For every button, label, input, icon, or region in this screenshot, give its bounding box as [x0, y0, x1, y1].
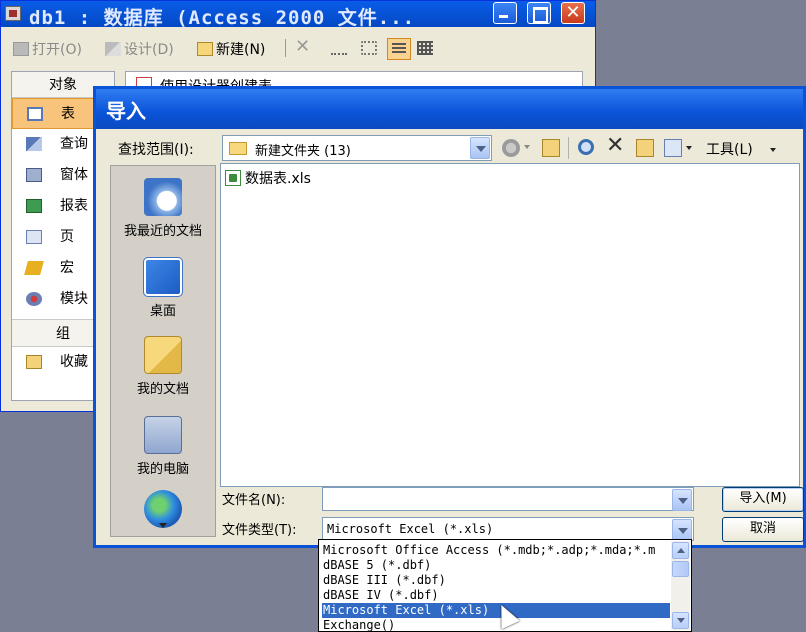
scroll-thumb[interactable] [672, 561, 689, 577]
macro-icon [24, 261, 44, 275]
tools-dropdown-icon[interactable] [770, 148, 776, 152]
my-computer-icon [144, 416, 182, 454]
file-type-option[interactable]: dBASE IV (*.dbf) [322, 588, 670, 603]
excel-file-icon [225, 170, 241, 186]
open-icon [13, 42, 29, 56]
place-recent-documents[interactable]: 我最近的文档 [111, 178, 215, 239]
new-button[interactable]: 新建(N) [197, 39, 265, 59]
design-icon [105, 42, 121, 56]
chevron-down-icon[interactable] [672, 519, 692, 541]
page-icon [26, 230, 42, 244]
desktop-icon [143, 257, 183, 297]
grid-view-icon[interactable] [417, 41, 433, 55]
new-icon [197, 42, 213, 56]
up-folder-icon[interactable] [542, 139, 560, 157]
scroll-up-icon[interactable] [672, 542, 689, 559]
places-scroll-down-icon[interactable] [159, 523, 167, 528]
file-list: 数据表.xls [220, 163, 800, 487]
chevron-down-icon[interactable] [470, 137, 490, 159]
file-type-option[interactable]: Exchange() [322, 618, 670, 631]
search-web-icon[interactable] [578, 139, 594, 155]
delete-icon[interactable]: ✕ [606, 133, 624, 158]
file-type-label: 文件类型(T): [222, 523, 297, 538]
details-view-icon[interactable] [387, 38, 411, 60]
import-button[interactable]: 导入(M) [722, 487, 804, 512]
my-documents-icon [144, 336, 182, 374]
list-view-icon[interactable] [361, 41, 377, 55]
dialog-title-bar[interactable]: 导入 [96, 89, 803, 129]
file-name-label: 文件名(N): [222, 493, 286, 508]
minimize-button[interactable] [493, 2, 517, 24]
file-type-value: Microsoft Excel (*.xls) [327, 522, 494, 536]
places-bar: 我最近的文档 桌面 我的文档 我的电脑 [110, 165, 216, 537]
db-app-icon [5, 6, 21, 21]
import-dialog: 导入 查找范围(I): 新建文件夹 (13) ✕ 工具(L) 我最近的文档 桌面… [93, 86, 806, 548]
module-icon [26, 292, 42, 306]
views-icon[interactable] [664, 139, 682, 157]
folder-icon [229, 142, 247, 155]
file-type-option[interactable]: dBASE 5 (*.dbf) [322, 558, 670, 573]
close-button[interactable]: ✕ [561, 2, 585, 24]
toolbar-separator [568, 137, 569, 159]
favorites-folder-icon [26, 355, 42, 369]
place-desktop[interactable]: 桌面 [111, 257, 215, 319]
list-item[interactable]: 数据表.xls [225, 168, 311, 188]
place-my-documents[interactable]: 我的文档 [111, 336, 215, 397]
table-icon [27, 107, 43, 121]
db-window-title: db1 : 数据库 (Access 2000 文件... [29, 7, 416, 29]
report-icon [26, 199, 42, 213]
scroll-down-icon[interactable] [672, 612, 689, 629]
back-icon[interactable] [502, 139, 520, 157]
delete-icon[interactable]: ✕ [295, 36, 310, 57]
form-icon [26, 168, 42, 182]
db-title-bar[interactable]: db1 : 数据库 (Access 2000 文件... ✕ [1, 1, 595, 29]
design-button[interactable]: 设计(D) [105, 39, 174, 59]
tools-menu[interactable]: 工具(L) [706, 139, 753, 159]
views-dropdown-icon[interactable] [686, 146, 692, 150]
chevron-down-icon[interactable] [672, 489, 692, 511]
new-folder-icon[interactable] [636, 139, 654, 157]
query-icon [26, 137, 42, 151]
small-icons-view-icon[interactable] [331, 41, 347, 55]
place-my-computer[interactable]: 我的电脑 [111, 416, 215, 477]
cancel-button[interactable]: 取消 [722, 517, 804, 542]
options-scrollbar[interactable] [671, 541, 690, 630]
dialog-title: 导入 [106, 99, 146, 123]
open-button[interactable]: 打开(O) [13, 39, 82, 59]
file-type-option[interactable]: Microsoft Office Access (*.mdb;*.adp;*.m… [322, 543, 670, 558]
file-type-dropdown[interactable]: Microsoft Excel (*.xls) [322, 517, 694, 541]
file-type-option[interactable]: dBASE III (*.dbf) [322, 573, 670, 588]
look-in-value: 新建文件夹 (13) [255, 144, 351, 159]
maximize-button[interactable] [527, 2, 551, 24]
toolbar-separator [285, 39, 286, 57]
file-name-input[interactable] [322, 487, 694, 511]
look-in-label: 查找范围(I): [118, 142, 194, 158]
look-in-dropdown[interactable]: 新建文件夹 (13) [222, 135, 492, 161]
back-history-arrow-icon[interactable] [524, 145, 530, 149]
recent-documents-icon [144, 178, 182, 216]
db-toolbar: 打开(O) 设计(D) 新建(N) ✕ [1, 33, 595, 63]
